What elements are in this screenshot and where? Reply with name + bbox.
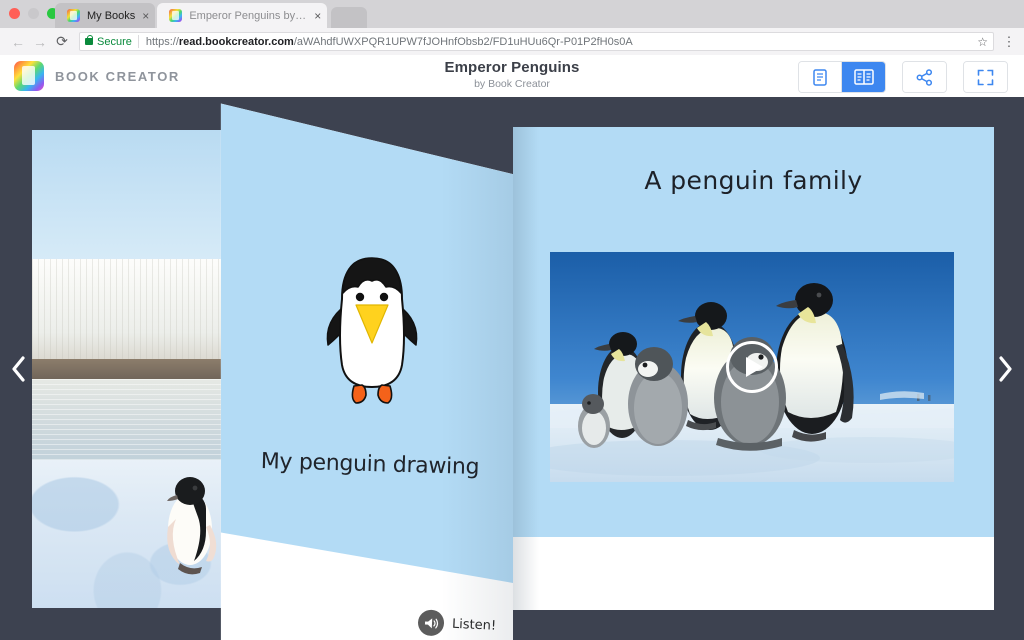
tab-strip: My Books × Emperor Penguins by Book Cr × bbox=[55, 0, 367, 28]
tab-emperor-penguins[interactable]: Emperor Penguins by Book Cr × bbox=[157, 3, 327, 28]
previous-page-button[interactable] bbox=[4, 349, 34, 389]
play-button[interactable] bbox=[726, 341, 778, 393]
book-reader-stage: My penguin drawing Listen! bbox=[0, 97, 1024, 640]
double-page-icon bbox=[854, 69, 874, 85]
new-tab-button[interactable] bbox=[331, 7, 367, 28]
share-icon bbox=[916, 69, 933, 86]
forward-icon[interactable]: → bbox=[29, 34, 51, 50]
close-window-button[interactable] bbox=[9, 8, 20, 19]
single-page-view-button[interactable] bbox=[799, 62, 842, 92]
single-page-icon bbox=[813, 69, 827, 86]
back-icon[interactable]: ← bbox=[7, 34, 29, 50]
book-spread: My penguin drawing Listen! bbox=[220, 97, 994, 640]
penguin-drawing bbox=[320, 247, 424, 407]
view-mode-group bbox=[798, 61, 886, 93]
photo-penguin-a bbox=[150, 467, 224, 579]
address-bar[interactable]: Secure https:// read.bookcreator.com /aW… bbox=[79, 32, 994, 51]
chrome-menu-icon[interactable]: ⋮ bbox=[994, 36, 1024, 47]
book-creator-favicon-icon bbox=[169, 9, 182, 22]
tab-my-books[interactable]: My Books × bbox=[55, 3, 155, 28]
fullscreen-button[interactable] bbox=[964, 62, 1007, 92]
book-page-right[interactable]: A penguin family bbox=[513, 127, 994, 610]
window-traffic-lights bbox=[9, 8, 58, 19]
penguin-photo bbox=[32, 130, 244, 608]
bookmark-star-icon[interactable]: ☆ bbox=[977, 35, 988, 49]
close-icon[interactable]: × bbox=[142, 10, 149, 22]
previous-page-preview[interactable] bbox=[32, 130, 244, 608]
url-host: read.bookcreator.com bbox=[179, 36, 294, 48]
double-page-view-button[interactable] bbox=[842, 62, 885, 92]
url-path: /aWAhdfUWXPQR1UPW7fJOHnfObsb2/FD1uHUu6Qr… bbox=[294, 36, 633, 48]
photo-sky bbox=[32, 130, 244, 273]
book-page-left[interactable]: My penguin drawing Listen! bbox=[220, 97, 513, 640]
book-creator-favicon-icon bbox=[67, 9, 80, 22]
reader-toolbar bbox=[784, 61, 1008, 93]
browser-window: My Books × Emperor Penguins by Book Cr ×… bbox=[0, 0, 1024, 640]
app-logo[interactable]: BOOK CREATOR bbox=[14, 61, 180, 91]
video-player[interactable] bbox=[550, 252, 954, 482]
tab-title: My Books bbox=[87, 10, 135, 22]
browser-toolbar: ← → ⟳ Secure https:// read.bookcreator.c… bbox=[0, 28, 1024, 55]
penguin-drawing-icon bbox=[320, 247, 424, 407]
minimize-window-button[interactable] bbox=[28, 8, 39, 19]
tab-title: Emperor Penguins by Book Cr bbox=[189, 10, 307, 22]
lock-icon bbox=[85, 38, 93, 45]
audio-listen-label: Listen! bbox=[452, 616, 497, 633]
book-creator-logo-icon bbox=[14, 61, 44, 91]
close-icon[interactable]: × bbox=[314, 10, 321, 22]
speaker-icon bbox=[417, 609, 444, 636]
browser-tab-bar: My Books × Emperor Penguins by Book Cr × bbox=[0, 0, 1024, 28]
brand-label: BOOK CREATOR bbox=[55, 69, 180, 84]
play-icon bbox=[746, 357, 763, 377]
fullscreen-icon bbox=[977, 69, 994, 86]
fullscreen-group bbox=[963, 61, 1008, 93]
reload-icon[interactable]: ⟳ bbox=[51, 33, 73, 50]
share-group bbox=[902, 61, 947, 93]
chevron-left-icon bbox=[11, 356, 27, 382]
photo-water bbox=[32, 379, 244, 465]
next-page-button[interactable] bbox=[990, 349, 1020, 389]
right-page-heading: A penguin family bbox=[513, 166, 994, 195]
share-button[interactable] bbox=[903, 62, 946, 92]
speaker-glyph bbox=[423, 616, 439, 630]
chevron-right-icon bbox=[997, 356, 1013, 382]
photo-ice-cliff bbox=[32, 259, 244, 364]
divider bbox=[138, 35, 139, 48]
audio-listen-control[interactable]: Listen! bbox=[417, 609, 496, 639]
url-scheme: https:// bbox=[146, 36, 179, 48]
security-status: Secure bbox=[97, 36, 132, 48]
